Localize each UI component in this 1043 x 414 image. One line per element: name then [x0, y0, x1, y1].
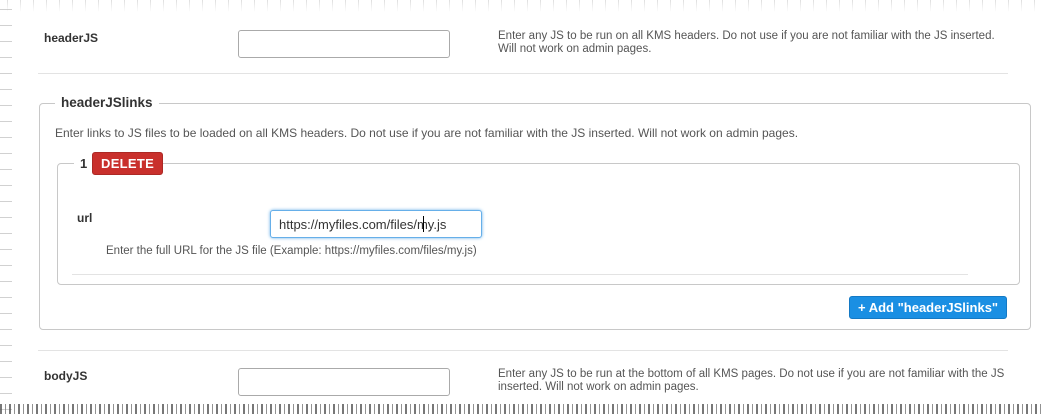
body-js-label: bodyJS: [44, 369, 88, 383]
body-js-help: Enter any JS to be run at the bottom of …: [498, 368, 1005, 393]
delete-button[interactable]: DELETE: [92, 152, 164, 175]
body-js-input[interactable]: [238, 368, 450, 396]
header-js-help: Enter any JS to be run on all KMS header…: [498, 30, 995, 55]
separator: [38, 350, 1008, 351]
torn-top-edge: [0, 0, 1043, 12]
url-input[interactable]: [270, 210, 482, 238]
link-item-index: 1: [74, 156, 94, 171]
header-js-links-description: Enter links to JS files to be loaded on …: [55, 126, 799, 140]
torn-bottom-edge: [0, 404, 1043, 414]
torn-left-edge: [0, 0, 12, 414]
header-js-links-legend: headerJSlinks: [55, 95, 159, 110]
text-cursor: [423, 216, 424, 232]
separator: [72, 274, 968, 275]
url-label: url: [77, 211, 93, 225]
header-js-label: headerJS: [44, 31, 99, 45]
add-header-js-links-button[interactable]: + Add "headerJSlinks": [849, 296, 1008, 319]
separator: [38, 73, 1008, 74]
link-item-fieldset: [57, 163, 1020, 285]
url-help: Enter the full URL for the JS file (Exam…: [106, 245, 477, 257]
header-js-input[interactable]: [238, 30, 450, 58]
